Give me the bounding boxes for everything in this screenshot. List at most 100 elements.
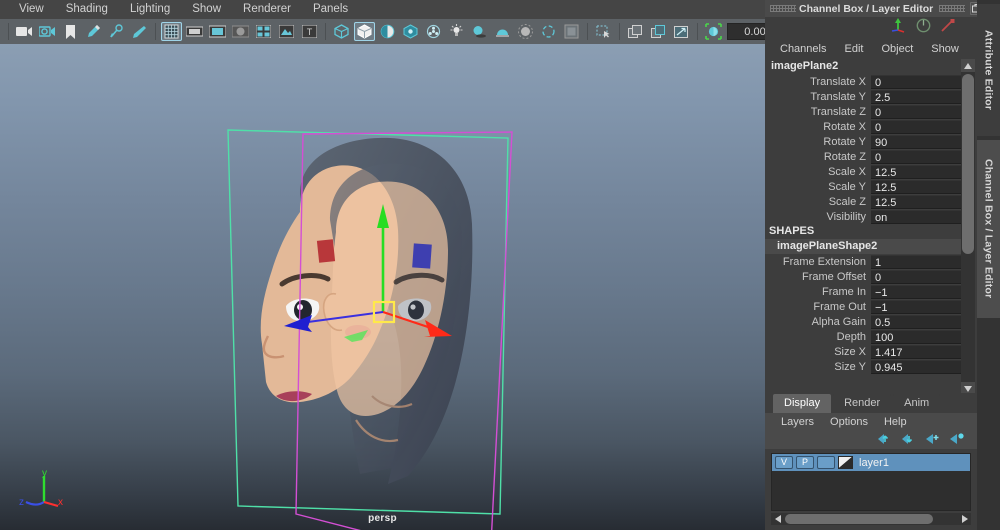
- channel-value[interactable]: −1: [871, 284, 965, 299]
- channel-value[interactable]: 12.5: [871, 194, 965, 209]
- 3d-viewport[interactable]: y z x persp: [0, 44, 765, 530]
- channel-value[interactable]: 90: [871, 134, 965, 149]
- grid-toggle-icon[interactable]: [161, 22, 182, 41]
- channel-value[interactable]: 1: [871, 254, 965, 269]
- tab-attribute-editor[interactable]: Attribute Editor: [977, 4, 1000, 136]
- gate-mask-icon[interactable]: [230, 22, 251, 41]
- image-plane-icon[interactable]: [276, 22, 297, 41]
- channel-value[interactable]: 0: [871, 149, 965, 164]
- channel-row[interactable]: Frame Offset 0: [765, 269, 965, 284]
- wireframe-icon[interactable]: [331, 22, 352, 41]
- channel-row[interactable]: Translate Z 0: [765, 104, 965, 119]
- new-layer-icon[interactable]: [926, 432, 941, 450]
- channel-row[interactable]: Rotate Z 0: [765, 149, 965, 164]
- channel-row[interactable]: Size Y 0.945: [765, 359, 965, 374]
- channel-value[interactable]: 0: [871, 269, 965, 284]
- channel-row[interactable]: Rotate Y 90: [765, 134, 965, 149]
- paint-effects-icon[interactable]: [106, 22, 127, 41]
- shadows-icon[interactable]: [469, 22, 490, 41]
- paint-brush-icon[interactable]: [83, 22, 104, 41]
- resolution-gate-icon[interactable]: [207, 22, 228, 41]
- move-layer-down-icon[interactable]: [902, 432, 917, 450]
- menu-panels[interactable]: Panels: [302, 0, 359, 19]
- menu-shading[interactable]: Shading: [55, 0, 119, 19]
- occlusion-icon[interactable]: [515, 22, 536, 41]
- menu-help[interactable]: Help: [876, 414, 915, 431]
- channel-value[interactable]: 100: [871, 329, 965, 344]
- four-view-icon[interactable]: [253, 22, 274, 41]
- channel-value[interactable]: 2.5: [871, 89, 965, 104]
- tab-render[interactable]: Render: [833, 394, 892, 413]
- channel-value[interactable]: 0: [871, 74, 965, 89]
- camera-icon[interactable]: [14, 22, 35, 41]
- channel-value[interactable]: on: [871, 209, 965, 224]
- layer-list[interactable]: V P layer1: [771, 453, 971, 511]
- channel-row[interactable]: Rotate X 0: [765, 119, 965, 134]
- channel-row[interactable]: Frame Out −1: [765, 299, 965, 314]
- channel-row[interactable]: Scale Z 12.5: [765, 194, 965, 209]
- tab-anim[interactable]: Anim: [893, 394, 941, 413]
- panel-layout-icon[interactable]: [625, 22, 646, 41]
- shape-node-name[interactable]: imagePlaneShape2: [765, 239, 965, 254]
- drag-grip-right[interactable]: [939, 5, 966, 12]
- channel-row[interactable]: Depth 100: [765, 329, 965, 344]
- channel-box-content[interactable]: imagePlane2 Translate X 0 Translate Y 2.…: [765, 59, 977, 395]
- scroll-left-icon[interactable]: [771, 513, 784, 525]
- channel-value[interactable]: 0.5: [871, 314, 965, 329]
- channel-row[interactable]: Translate Y 2.5: [765, 89, 965, 104]
- channel-value[interactable]: 12.5: [871, 179, 965, 194]
- drag-grip-left[interactable]: [770, 5, 796, 12]
- tab-channel-box-layer-editor[interactable]: Channel Box / Layer Editor: [977, 140, 1000, 318]
- xray-icon[interactable]: [423, 22, 444, 41]
- layer-name[interactable]: layer1: [856, 457, 889, 469]
- channel-row[interactable]: Visibility on: [765, 209, 965, 224]
- channel-row[interactable]: Translate X 0: [765, 74, 965, 89]
- layer-color-swatch[interactable]: [838, 456, 853, 469]
- channel-value[interactable]: 0: [871, 104, 965, 119]
- menu-view[interactable]: View: [8, 0, 55, 19]
- scroll-right-icon[interactable]: [958, 513, 971, 525]
- hardware-texture-icon[interactable]: [400, 22, 421, 41]
- hscrollbar-thumb[interactable]: [785, 514, 933, 524]
- menu-show[interactable]: Show: [181, 0, 232, 19]
- channel-value[interactable]: 12.5: [871, 164, 965, 179]
- duplicate-panel-icon[interactable]: [648, 22, 669, 41]
- hardware-renderer-icon[interactable]: [561, 22, 582, 41]
- menu-layers[interactable]: Layers: [773, 414, 822, 431]
- menu-object[interactable]: Object: [872, 40, 922, 58]
- two-sided-lighting-icon[interactable]: [492, 22, 513, 41]
- layer-visibility-toggle[interactable]: V: [775, 456, 793, 469]
- layer-playback-toggle[interactable]: P: [796, 456, 814, 469]
- channel-value[interactable]: 1.417: [871, 344, 965, 359]
- transform-node-name[interactable]: imagePlane2: [765, 59, 965, 74]
- tab-display[interactable]: Display: [773, 394, 832, 413]
- list-item[interactable]: V P layer1: [772, 454, 970, 471]
- move-manip-icon[interactable]: [890, 18, 907, 38]
- menu-edit[interactable]: Edit: [835, 40, 872, 58]
- channel-value[interactable]: 0: [871, 119, 965, 134]
- smooth-shade-icon[interactable]: [354, 22, 375, 41]
- scale-manip-icon[interactable]: [940, 18, 955, 38]
- channel-row[interactable]: Frame Extension 1: [765, 254, 965, 269]
- texture-placement-icon[interactable]: T: [299, 22, 320, 41]
- lighting-icon[interactable]: [446, 22, 467, 41]
- exposure-icon[interactable]: [703, 22, 724, 41]
- shaded-wireframe-icon[interactable]: [377, 22, 398, 41]
- channel-box-scrollbar[interactable]: [961, 59, 975, 395]
- new-layer-from-selected-icon[interactable]: [950, 432, 965, 450]
- bookmark-icon[interactable]: [60, 22, 81, 41]
- layer-type-toggle[interactable]: [817, 456, 835, 469]
- menu-channels[interactable]: Channels: [771, 40, 835, 58]
- camera-settings-icon[interactable]: [37, 22, 58, 41]
- channel-row[interactable]: Scale X 12.5: [765, 164, 965, 179]
- move-layer-up-icon[interactable]: [878, 432, 893, 450]
- channel-row[interactable]: Size X 1.417: [765, 344, 965, 359]
- motion-blur-icon[interactable]: [538, 22, 559, 41]
- menu-renderer[interactable]: Renderer: [232, 0, 302, 19]
- rotate-manip-icon[interactable]: [916, 18, 931, 38]
- isolate-select-icon[interactable]: [593, 22, 614, 41]
- channel-row[interactable]: Scale Y 12.5: [765, 179, 965, 194]
- tear-off-icon[interactable]: [671, 22, 692, 41]
- channel-row[interactable]: Alpha Gain 0.5: [765, 314, 965, 329]
- scroll-up-icon[interactable]: [961, 59, 975, 72]
